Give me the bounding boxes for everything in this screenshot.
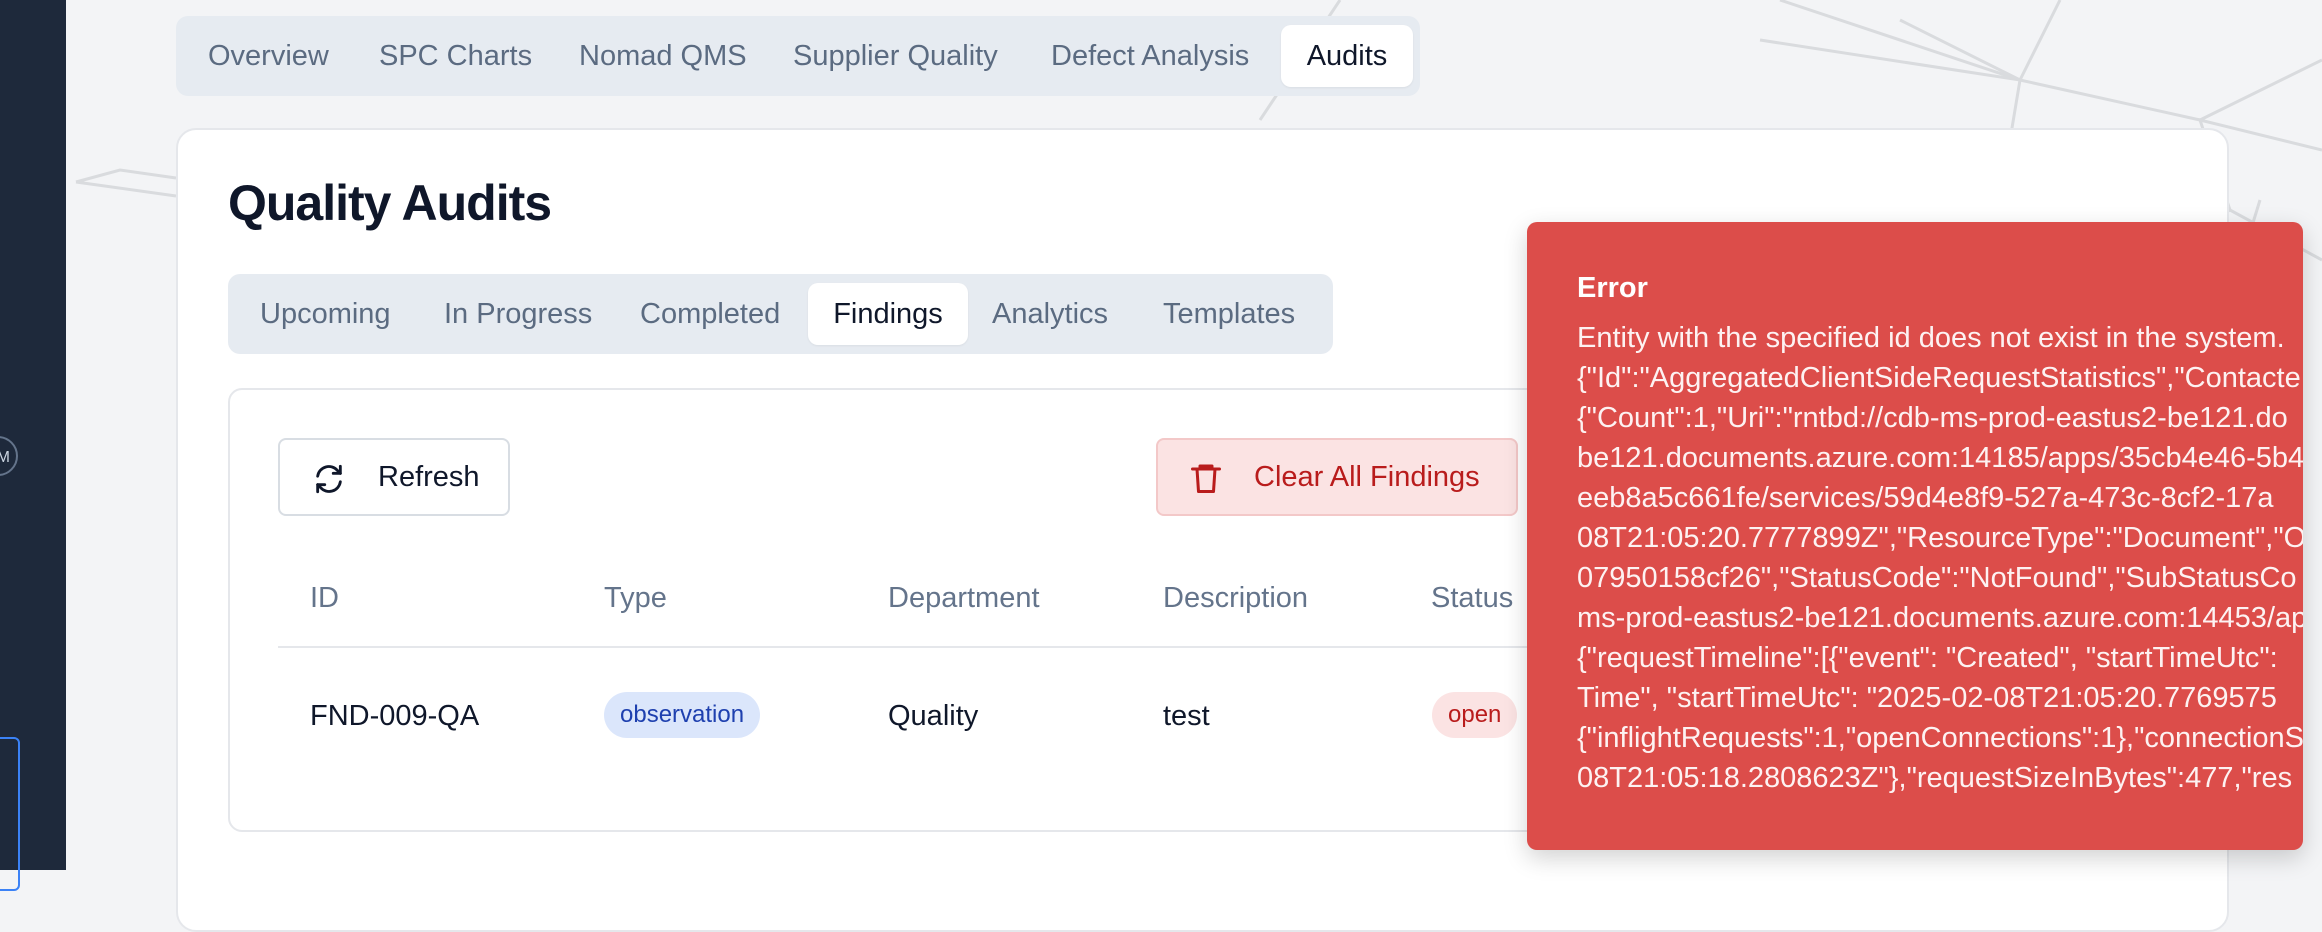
tab-completed[interactable]: Completed [640, 274, 780, 354]
tab-templates[interactable]: Templates [1163, 274, 1295, 354]
tab-audits[interactable]: Audits [1281, 25, 1413, 87]
error-message-line: {"Id":"AggregatedClientSideRequestStatis… [1577, 362, 2301, 394]
column-header-type[interactable]: Type [604, 582, 667, 615]
error-message-line: {"Count":1,"Uri":"rntbd://cdb-ms-prod-ea… [1577, 402, 2288, 434]
tab-spc-charts[interactable]: SPC Charts [379, 16, 532, 96]
error-toast[interactable]: Error Entity with the specified id does … [1527, 222, 2303, 850]
column-header-description[interactable]: Description [1163, 582, 1308, 615]
tab-supplier-quality[interactable]: Supplier Quality [793, 16, 998, 96]
audit-tab-bar: Upcoming In Progress Completed Findings … [228, 274, 1333, 354]
tab-nomad-qms[interactable]: Nomad QMS [579, 16, 747, 96]
column-header-id[interactable]: ID [310, 582, 339, 615]
tab-analytics[interactable]: Analytics [992, 274, 1108, 354]
sidebar-selected-item[interactable] [0, 737, 20, 891]
error-message-line: be121.documents.azure.com:14185/apps/35c… [1577, 442, 2303, 474]
error-message-line: {"requestTimeline":[{"event": "Created",… [1577, 642, 2278, 674]
type-badge: observation [604, 692, 761, 738]
error-message-line: 08T21:05:20.7777899Z","ResourceType":"Do… [1577, 522, 2303, 554]
column-header-status[interactable]: Status [1431, 582, 1513, 615]
refresh-button[interactable]: Refresh [278, 438, 510, 516]
error-message-line: Time", "startTimeUtc": "2025-02-08T21:05… [1577, 682, 2277, 714]
error-message-line: 07950158cf26","StatusCode":"NotFound","S… [1577, 562, 2297, 594]
error-message-line: ms-prod-eastus2-be121.documents.azure.co… [1577, 602, 2303, 634]
department-cell: Quality [888, 700, 979, 732]
error-toast-title: Error [1577, 272, 1648, 304]
tab-overview[interactable]: Overview [208, 16, 329, 96]
error-message-line: eeb8a5c661fe/services/59d4e8f9-527a-473c… [1577, 482, 2274, 514]
main-tab-bar: Overview SPC Charts Nomad QMS Supplier Q… [176, 16, 1420, 96]
status-badge: open [1432, 692, 1518, 738]
tab-defect-analysis[interactable]: Defect Analysis [1051, 16, 1249, 96]
tab-in-progress[interactable]: In Progress [444, 274, 592, 354]
finding-id-cell: FND-009-QA [310, 700, 480, 732]
tab-upcoming[interactable]: Upcoming [260, 274, 391, 354]
error-message-line: Entity with the specified id does not ex… [1577, 322, 2285, 354]
error-message-line: {"inflightRequests":1,"openConnections":… [1577, 722, 2303, 754]
tab-findings[interactable]: Findings [808, 283, 968, 345]
column-header-department[interactable]: Department [888, 582, 1040, 615]
description-cell: test [1163, 700, 1210, 732]
refresh-label: Refresh [378, 461, 480, 493]
trash-icon [1191, 464, 1221, 493]
clear-all-findings-label: Clear All Findings [1254, 461, 1480, 493]
refresh-icon [316, 464, 342, 494]
error-message-line: 08T21:05:18.2808623Z"},"requestSizeInByt… [1577, 762, 2293, 794]
page-title: Quality Audits [228, 175, 552, 231]
clear-all-findings-button[interactable]: Clear All Findings [1156, 438, 1518, 516]
